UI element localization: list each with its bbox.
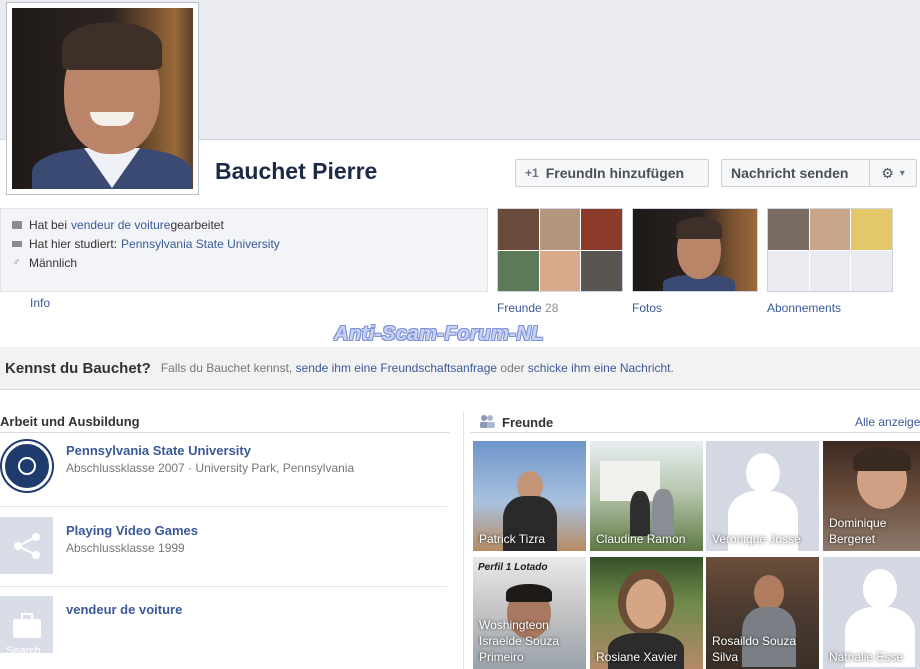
friend-name: Woshingteon Israelde Souza Primeiro xyxy=(479,618,560,664)
edu-item-work: Search vendeur de voiture xyxy=(0,596,447,656)
friends-tile[interactable] xyxy=(497,208,623,292)
profile-picture[interactable] xyxy=(6,2,199,195)
friend-name: Rosaildo Souza Silva xyxy=(712,634,797,664)
add-friend-icon: +1 xyxy=(525,166,539,180)
edu-subtitle: Abschlussklasse 2007 · University Park, … xyxy=(66,461,355,475)
chevron-down-icon: ▾ xyxy=(899,167,905,179)
subscriptions-tile[interactable] xyxy=(767,208,893,292)
know-him-bar: Kennst du Bauchet? Falls du Bauchet kenn… xyxy=(0,347,920,390)
info-summary: Hat bei vendeur de voiture gearbeitet Ha… xyxy=(0,208,488,292)
add-friend-label: FreundIn hinzufügen xyxy=(545,165,685,181)
friend-card[interactable]: Rosiane Xavier xyxy=(590,557,703,669)
edu-title[interactable]: Playing Video Games xyxy=(66,523,198,538)
send-friend-request-link[interactable]: sende ihm eine Freundschaftsanfrage xyxy=(296,361,497,375)
friend-name: Patrick Tizra xyxy=(479,532,546,546)
friend-name: Rosiane Xavier xyxy=(596,650,678,664)
send-message-button[interactable]: Nachricht senden xyxy=(721,159,871,187)
subscriptions-tile-label[interactable]: Abonnements xyxy=(767,301,841,315)
work-education-title: Arbeit und Ausbildung xyxy=(0,414,140,429)
edu-item-games: Playing Video Games Abschlussklasse 1999 xyxy=(0,517,447,577)
know-question: Kennst du Bauchet? xyxy=(5,359,151,377)
friends-tile-label[interactable]: Freunde 28 xyxy=(497,301,558,315)
edu-subtitle: Abschlussklasse 1999 xyxy=(66,541,185,555)
friend-card[interactable]: Veronique Josse xyxy=(706,441,819,551)
profile-tag: Perfil 1 Lotado xyxy=(478,562,548,573)
friends-icon xyxy=(479,414,495,428)
friend-name: Claudine Ramon xyxy=(596,532,686,546)
friend-name: Nathalie Esse xyxy=(829,650,904,664)
friend-name: Veronique Josse xyxy=(712,532,801,546)
friend-card[interactable]: Dominique Bergeret xyxy=(823,441,920,551)
school-logo[interactable] xyxy=(0,437,53,494)
briefcase-icon[interactable]: Search xyxy=(0,596,53,653)
friend-card[interactable]: Nathalie Esse xyxy=(823,557,920,669)
profile-name: Bauchet Pierre xyxy=(215,158,378,184)
friend-card[interactable]: Patrick Tizra xyxy=(473,441,586,551)
friend-card[interactable]: Perfil 1 Lotado Woshingteon Israelde Sou… xyxy=(473,557,586,669)
info-gender-row: ♂ Männlich xyxy=(12,255,78,270)
info-work-row: Hat bei vendeur de voiture gearbeitet xyxy=(11,215,477,234)
work-link[interactable]: vendeur de voiture xyxy=(71,218,170,232)
photos-tile-label[interactable]: Fotos xyxy=(632,301,662,315)
briefcase-icon xyxy=(11,220,22,230)
edu-title[interactable]: Pennsylvania State University xyxy=(66,443,251,458)
info-study-row: Hat hier studiert: Pennsylvania State Un… xyxy=(11,234,477,253)
settings-dropdown-button[interactable]: ⚙ ▾ xyxy=(869,159,917,187)
graduation-cap-icon xyxy=(11,239,22,249)
edu-title[interactable]: vendeur de voiture xyxy=(66,602,182,617)
share-icon[interactable] xyxy=(0,517,53,574)
gender-icon: ♂ xyxy=(12,257,21,268)
gear-icon: ⚙ xyxy=(881,164,894,181)
tab-info[interactable]: Info xyxy=(30,296,50,310)
show-all-friends-link[interactable]: Alle anzeigen xyxy=(855,415,920,429)
friend-card[interactable]: Claudine Ramon xyxy=(590,441,703,551)
school-link[interactable]: Pennsylvania State University xyxy=(121,237,280,251)
friend-name: Dominique Bergeret xyxy=(829,516,887,546)
friend-card[interactable]: Rosaildo Souza Silva xyxy=(706,557,819,669)
friends-section-title: Freunde xyxy=(502,415,554,430)
friends-count: 28 xyxy=(545,301,559,315)
add-friend-button[interactable]: +1 FreundIn hinzufügen xyxy=(515,159,709,187)
edu-item-psu: Pennsylvania State University Abschlussk… xyxy=(0,437,447,497)
partial-logo-text: Search xyxy=(6,645,41,653)
photos-tile[interactable] xyxy=(632,208,758,292)
send-message-link[interactable]: schicke ihm eine Nachricht xyxy=(528,361,671,375)
watermark-text: Anti-Scam-Forum-NL xyxy=(334,323,545,345)
